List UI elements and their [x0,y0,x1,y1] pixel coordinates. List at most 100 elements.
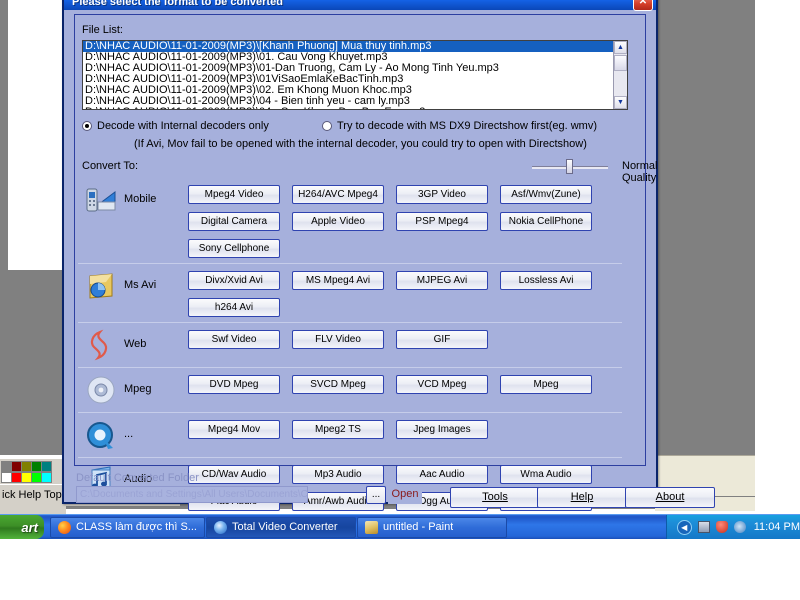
format-button-group: Swf Video FLV Video GIF [188,328,622,349]
format-button[interactable]: CD/Wav Audio [188,465,280,484]
format-button[interactable]: Digital Camera [188,212,280,231]
format-button[interactable]: DVD Mpeg [188,375,280,394]
format-button[interactable]: Jpeg Images [396,420,488,439]
help-button[interactable]: Help [537,487,627,508]
output-folder-input[interactable]: C:\Documents and Settings\All Users\Docu… [76,486,308,503]
taskbar-item[interactable]: untitled - Paint [356,516,507,538]
format-button[interactable]: VCD Mpeg [396,375,488,394]
start-button[interactable]: art [0,515,44,539]
format-button[interactable]: Divx/Xvid Avi [188,271,280,290]
format-button[interactable]: Mpeg [500,375,592,394]
taskbar-item[interactable]: Total Video Converter [205,516,356,538]
format-button-group: Divx/Xvid Avi MS Mpeg4 Avi MJPEG Avi Lossle… [188,269,622,317]
disc-icon [78,373,124,407]
decode-internal-option[interactable]: Decode with Internal decoders only [82,120,269,132]
help-button-label: Help [570,491,594,503]
format-button-group: Mpeg4 Video H264/AVC Mpeg4 3GP Video Asf/Wm… [188,183,622,258]
browse-folder-button[interactable]: ... [366,486,386,504]
taskbar: art CLASS làm được thì S... Total Video C… [0,514,800,539]
format-button[interactable]: SVCD Mpeg [292,375,384,394]
tvc-icon [213,520,227,534]
decode-directshow-label: Try to decode with MS DX9 Directshow fir… [337,120,597,132]
color-swatch[interactable] [41,472,52,483]
format-button[interactable]: 3GP Video [396,185,488,204]
file-list-item[interactable]: D:\NHAC AUDIO\11-01-2009(MP3)\02. Em Kho… [83,85,613,96]
paint-color-palette[interactable] [0,458,66,484]
tools-button[interactable]: Tools [450,487,540,508]
scroll-up-icon[interactable]: ▲ [614,41,627,54]
format-selection-dialog: Please select the format to be converted… [62,0,715,538]
format-button[interactable]: h264 Avi [188,298,280,317]
taskbar-item[interactable]: CLASS làm được thì S... [50,516,205,538]
close-icon[interactable]: ✕ [633,0,653,11]
format-category-label: Mpeg [124,383,152,395]
format-button[interactable]: Mpeg2 TS [292,420,384,439]
taskbar-item-label: untitled - Paint [382,521,454,533]
radio-directshow-icon[interactable] [322,121,332,131]
film-reel-icon [78,269,124,303]
format-button[interactable]: PSP Mpeg4 [396,212,488,231]
paint-icon [364,520,378,534]
color-swatch[interactable] [41,461,52,472]
desktop-screen: ick Help Topics on the Help menu. Please… [0,0,800,600]
format-button[interactable]: Nokia CellPhone [500,212,592,231]
volume-icon[interactable] [733,521,746,533]
dialog-title-bar[interactable]: Please select the format to be converted… [64,0,656,11]
format-button[interactable]: Sony Cellphone [188,239,280,258]
format-button[interactable]: Mp3 Audio [292,465,384,484]
about-button[interactable]: About [625,487,715,508]
quality-slider[interactable] [532,159,608,174]
file-list-item[interactable]: D:\NHAC AUDIO\11-01-2009(MP3)\01. Cau Vo… [83,52,613,63]
paint-canvas[interactable] [8,0,64,270]
palette-row-1[interactable] [1,461,66,472]
format-button[interactable]: Apple Video [292,212,384,231]
decode-directshow-option[interactable]: Try to decode with MS DX9 Directshow fir… [322,120,597,132]
file-list-item[interactable]: D:\NHAC AUDIO\11-01-2009(MP3)\01ViSaoEml… [83,74,613,85]
network-icon[interactable] [697,521,710,533]
tray-expand-icon[interactable]: ◀ [676,519,692,535]
format-category-label: Mobile [124,193,157,205]
format-button[interactable]: Lossless Avi [500,271,592,290]
format-category-label: Web [124,338,147,350]
format-category-row: Ms Avi Divx/Xvid Avi MS Mpeg4 Avi MJPEG Avi… [78,263,622,322]
format-button[interactable]: Mpeg4 Video [188,185,280,204]
scrollbar-thumb[interactable] [614,55,627,71]
format-button[interactable]: Swf Video [188,330,280,349]
paint-workspace-background [0,270,66,455]
file-list-scrollbar[interactable]: ▲ ▼ [613,41,627,109]
tools-button-label: Tools [482,491,508,503]
file-list-item[interactable]: D:\NHAC AUDIO\11-01-2009(MP3)\01-Dan Tru… [83,63,613,74]
file-list-label: File List: [82,24,123,36]
file-list-item[interactable]: D:\NHAC AUDIO\11-01-2009(MP3)\[Khanh Phu… [83,41,613,52]
open-folder-button[interactable]: Open [388,486,422,504]
flash-icon [78,328,124,362]
format-button[interactable]: FLV Video [292,330,384,349]
paint-window-left-edge [0,0,8,270]
system-clock[interactable]: 11:04 PM [754,521,800,533]
format-button[interactable]: MJPEG Avi [396,271,488,290]
taskbar-task-list: CLASS làm được thì S... Total Video Conve… [50,516,666,538]
blank-area-below-taskbar [0,539,800,600]
format-button[interactable]: Asf/Wmv(Zune) [500,185,592,204]
format-button[interactable]: H264/AVC Mpeg4 [292,185,384,204]
format-button[interactable]: Wma Audio [500,465,592,484]
file-list[interactable]: D:\NHAC AUDIO\11-01-2009(MP3)\[Khanh Phu… [82,40,628,110]
quality-slider-thumb[interactable] [566,159,573,174]
security-shield-icon[interactable] [715,521,728,533]
format-category-label: ... [124,428,134,440]
format-category-label: Ms Avi [124,279,157,291]
format-button-group: DVD Mpeg SVCD Mpeg VCD Mpeg Mpeg [188,373,622,394]
palette-row-2[interactable] [1,472,66,483]
format-button-group: Mpeg4 Mov Mpeg2 TS Jpeg Images [188,418,622,439]
file-list-item[interactable]: D:\NHAC AUDIO\11-01-2009(MP3)\04 - Bien … [83,96,613,107]
format-button[interactable]: GIF [396,330,488,349]
format-button[interactable]: MS Mpeg4 Avi [292,271,384,290]
format-button[interactable]: Mpeg4 Mov [188,420,280,439]
radio-internal-icon[interactable] [82,121,92,131]
dialog-body: File List: D:\NHAC AUDIO\11-01-2009(MP3)… [64,10,715,538]
decode-internal-label: Decode with Internal decoders only [97,120,269,132]
file-list-item[interactable]: D:\NHAC AUDIO\11-01-2009(MP3)\04 - Sao K… [83,107,613,109]
format-category-row: Web Swf Video FLV Video GIF [78,322,622,367]
format-button[interactable]: Aac Audio [396,465,488,484]
scroll-down-icon[interactable]: ▼ [614,96,627,109]
